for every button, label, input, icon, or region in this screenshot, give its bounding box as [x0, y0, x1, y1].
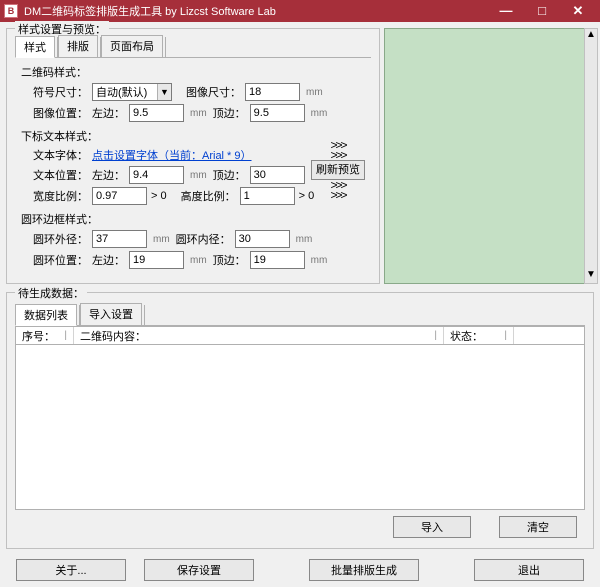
scroll-down-icon[interactable]: ▼: [586, 269, 596, 283]
exit-button[interactable]: 退出: [474, 559, 584, 581]
image-top-input[interactable]: [250, 104, 305, 122]
ring-inner-label: 圆环内径：: [176, 231, 231, 247]
col-index[interactable]: 序号：|: [16, 327, 74, 344]
chevron-right-icon: >>>: [330, 150, 345, 160]
import-button[interactable]: 导入: [393, 516, 471, 538]
refresh-preview-button[interactable]: 刷新预览: [311, 160, 365, 180]
title-bar: B DM二维码标签排版生成工具 by Lizcst Software Lab —…: [0, 0, 600, 22]
height-ratio-input[interactable]: [240, 187, 295, 205]
tab-layout[interactable]: 排版: [58, 35, 98, 57]
width-ratio-label: 宽度比例：: [33, 188, 88, 204]
window-title: DM二维码标签排版生成工具 by Lizcst Software Lab: [24, 3, 488, 19]
app-icon: B: [4, 4, 18, 18]
minimize-button[interactable]: —: [488, 0, 524, 22]
tab-style[interactable]: 样式: [15, 36, 55, 58]
data-group-legend: 待生成数据：: [15, 285, 87, 301]
image-left-input[interactable]: [129, 104, 184, 122]
about-button[interactable]: 关于...: [16, 559, 126, 581]
image-top-label: 顶边：: [213, 105, 246, 121]
scroll-up-icon[interactable]: ▲: [586, 29, 596, 43]
tab-import-settings[interactable]: 导入设置: [80, 303, 142, 325]
save-settings-button[interactable]: 保存设置: [144, 559, 254, 581]
unit-mm: mm: [304, 87, 325, 98]
symbol-size-label: 符号尺寸：: [33, 84, 88, 100]
image-left-label: 左边：: [92, 105, 125, 121]
ring-pos-label: 圆环位置：: [33, 252, 88, 268]
data-tabs: 数据列表 导入设置: [15, 303, 585, 326]
ring-left-input[interactable]: [129, 251, 184, 269]
preview-area: [384, 28, 594, 284]
height-ratio-label: 高度比例：: [181, 188, 236, 204]
col-status[interactable]: 状态：|: [444, 327, 514, 344]
close-button[interactable]: ✕: [560, 0, 596, 22]
ring-outer-input[interactable]: [92, 230, 147, 248]
batch-generate-button[interactable]: 批量排版生成: [309, 559, 419, 581]
table-body[interactable]: [15, 344, 585, 510]
style-preview-group: 样式设置与预览： 样式 排版 页面布局 二维码样式： 符号尺寸：: [6, 28, 380, 284]
width-ratio-input[interactable]: [92, 187, 147, 205]
table-header: 序号：| 二维码内容：| 状态：|: [15, 326, 585, 344]
preview-column: ▲ ▼: [384, 28, 594, 284]
chevron-right-icon: >>>: [330, 190, 345, 200]
image-size-label: 图像尺寸：: [186, 84, 241, 100]
col-empty[interactable]: [514, 327, 584, 344]
style-tabs: 样式 排版 页面布局: [15, 35, 371, 58]
tab-page[interactable]: 页面布局: [101, 35, 163, 57]
image-pos-label: 图像位置：: [33, 105, 88, 121]
ring-outer-label: 圆环外径：: [33, 231, 88, 247]
font-label: 文本字体：: [33, 147, 88, 163]
ring-section-title: 圆环边框样式：: [21, 211, 371, 227]
clear-button[interactable]: 清空: [499, 516, 577, 538]
preview-scrollbar[interactable]: ▲ ▼: [584, 28, 598, 284]
text-top-input[interactable]: [250, 166, 305, 184]
font-link[interactable]: 点击设置字体（当前：Arial * 9）: [92, 147, 252, 163]
refresh-stack: >>> >>> 刷新预览 >>> >>>: [311, 140, 365, 200]
tab-data-list[interactable]: 数据列表: [15, 304, 77, 326]
data-group: 待生成数据： 数据列表 导入设置 序号：| 二维码内容：| 状态：| 导入 清空: [6, 292, 594, 549]
qr-section-title: 二维码样式：: [21, 64, 371, 80]
image-size-input[interactable]: [245, 83, 300, 101]
ring-top-input[interactable]: [250, 251, 305, 269]
chevron-down-icon[interactable]: ▼: [157, 84, 171, 100]
text-left-input[interactable]: [129, 166, 184, 184]
ring-inner-input[interactable]: [235, 230, 290, 248]
symbol-size-combo[interactable]: ▼: [92, 83, 172, 101]
col-content[interactable]: 二维码内容：|: [74, 327, 444, 344]
text-pos-label: 文本位置：: [33, 167, 88, 183]
maximize-button[interactable]: □: [524, 0, 560, 22]
bottom-bar: 关于... 保存设置 批量排版生成 退出: [0, 555, 600, 587]
